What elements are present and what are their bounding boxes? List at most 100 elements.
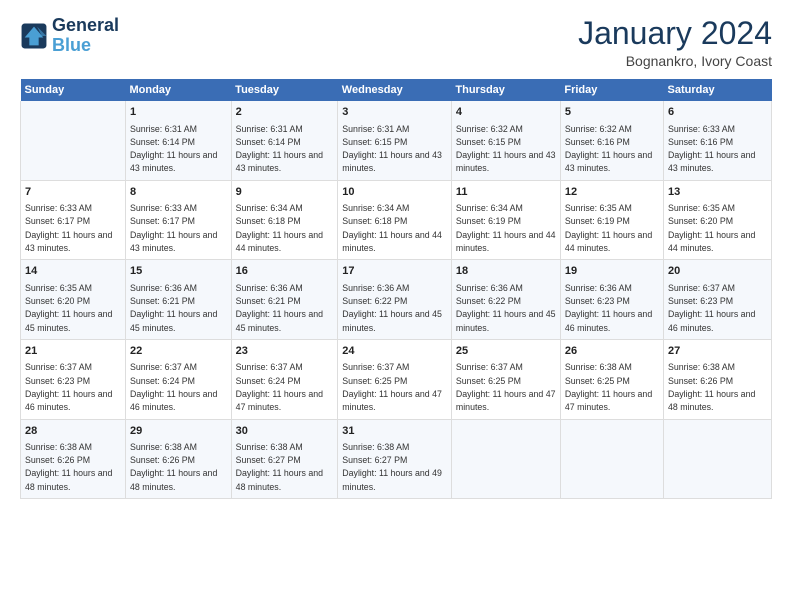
day-cell: 30 Sunrise: 6:38 AMSunset: 6:27 PMDayligh… — [231, 419, 338, 499]
day-number: 2 — [236, 105, 334, 120]
week-row: 14 Sunrise: 6:35 AMSunset: 6:20 PMDayligh… — [21, 260, 772, 340]
day-number: 26 — [565, 344, 659, 359]
day-cell: 11 Sunrise: 6:34 AMSunset: 6:19 PMDayligh… — [451, 180, 560, 260]
day-cell: 15Sunrise: 6:36 AMSunset: 6:21 PMDayligh… — [125, 260, 231, 340]
day-cell: 7 Sunrise: 6:33 AMSunset: 6:17 PMDaylight… — [21, 180, 126, 260]
day-header: Saturday — [663, 79, 771, 101]
day-number: 24 — [342, 344, 447, 359]
day-cell: 29Sunrise: 6:38 AMSunset: 6:26 PMDayligh… — [125, 419, 231, 499]
day-number: 15 — [130, 264, 227, 279]
day-header: Monday — [125, 79, 231, 101]
day-cell: 21Sunrise: 6:37 AMSunset: 6:23 PMDayligh… — [21, 339, 126, 419]
day-number: 3 — [342, 105, 447, 120]
day-cell: 19 Sunrise: 6:36 AMSunset: 6:23 PMDayligh… — [560, 260, 663, 340]
cell-content: Sunrise: 6:37 AMSunset: 6:25 PMDaylight:… — [456, 362, 556, 412]
cell-content: Sunrise: 6:38 AMSunset: 6:27 PMDaylight:… — [342, 442, 442, 492]
week-row: 21Sunrise: 6:37 AMSunset: 6:23 PMDayligh… — [21, 339, 772, 419]
day-header: Sunday — [21, 79, 126, 101]
cell-content: Sunrise: 6:38 AMSunset: 6:26 PMDaylight:… — [668, 362, 755, 412]
day-number: 23 — [236, 344, 334, 359]
day-number: 19 — [565, 264, 659, 279]
day-number: 25 — [456, 344, 556, 359]
day-number: 16 — [236, 264, 334, 279]
logo-line2: Blue — [52, 36, 119, 56]
day-number: 14 — [25, 264, 121, 279]
day-number: 31 — [342, 424, 447, 439]
week-row: 7 Sunrise: 6:33 AMSunset: 6:17 PMDaylight… — [21, 180, 772, 260]
cell-content: Sunrise: 6:31 AMSunset: 6:14 PMDaylight:… — [130, 124, 217, 174]
day-number: 17 — [342, 264, 447, 279]
day-cell: 24 Sunrise: 6:37 AMSunset: 6:25 PMDayligh… — [338, 339, 452, 419]
cell-content: Sunrise: 6:32 AMSunset: 6:15 PMDaylight:… — [456, 124, 556, 174]
cell-content: Sunrise: 6:35 AMSunset: 6:20 PMDaylight:… — [668, 203, 755, 253]
day-cell: 18 Sunrise: 6:36 AMSunset: 6:22 PMDayligh… — [451, 260, 560, 340]
week-row: 1 Sunrise: 6:31 AMSunset: 6:14 PMDaylight… — [21, 101, 772, 180]
cell-content: Sunrise: 6:31 AMSunset: 6:14 PMDaylight:… — [236, 124, 323, 174]
day-cell: 16 Sunrise: 6:36 AMSunset: 6:21 PMDayligh… — [231, 260, 338, 340]
day-cell: 23 Sunrise: 6:37 AMSunset: 6:24 PMDayligh… — [231, 339, 338, 419]
cell-content: Sunrise: 6:38 AMSunset: 6:27 PMDaylight:… — [236, 442, 323, 492]
day-number: 28 — [25, 424, 121, 439]
header-row: SundayMondayTuesdayWednesdayThursdayFrid… — [21, 79, 772, 101]
month-title: January 2024 — [578, 16, 772, 51]
cell-content: Sunrise: 6:33 AMSunset: 6:17 PMDaylight:… — [130, 203, 217, 253]
logo-text: General Blue — [52, 16, 119, 56]
cell-content: Sunrise: 6:35 AMSunset: 6:19 PMDaylight:… — [565, 203, 652, 253]
day-cell: 25 Sunrise: 6:37 AMSunset: 6:25 PMDayligh… — [451, 339, 560, 419]
day-cell: 10 Sunrise: 6:34 AMSunset: 6:18 PMDayligh… — [338, 180, 452, 260]
day-cell: 13 Sunrise: 6:35 AMSunset: 6:20 PMDayligh… — [663, 180, 771, 260]
day-number: 10 — [342, 185, 447, 200]
cell-content: Sunrise: 6:38 AMSunset: 6:25 PMDaylight:… — [565, 362, 652, 412]
day-cell: 6 Sunrise: 6:33 AMSunset: 6:16 PMDaylight… — [663, 101, 771, 180]
cell-content: Sunrise: 6:33 AMSunset: 6:16 PMDaylight:… — [668, 124, 755, 174]
cell-content: Sunrise: 6:37 AMSunset: 6:24 PMDaylight:… — [236, 362, 323, 412]
cell-content: Sunrise: 6:35 AMSunset: 6:20 PMDaylight:… — [25, 283, 112, 333]
day-number: 6 — [668, 105, 767, 120]
day-number: 30 — [236, 424, 334, 439]
day-cell: 12 Sunrise: 6:35 AMSunset: 6:19 PMDayligh… — [560, 180, 663, 260]
cell-content: Sunrise: 6:34 AMSunset: 6:18 PMDaylight:… — [236, 203, 323, 253]
day-cell: 9 Sunrise: 6:34 AMSunset: 6:18 PMDaylight… — [231, 180, 338, 260]
cell-content: Sunrise: 6:33 AMSunset: 6:17 PMDaylight:… — [25, 203, 112, 253]
cell-content: Sunrise: 6:37 AMSunset: 6:23 PMDaylight:… — [668, 283, 755, 333]
cell-content: Sunrise: 6:37 AMSunset: 6:25 PMDaylight:… — [342, 362, 442, 412]
calendar-table: SundayMondayTuesdayWednesdayThursdayFrid… — [20, 79, 772, 499]
logo-icon — [20, 22, 48, 50]
day-cell: 20 Sunrise: 6:37 AMSunset: 6:23 PMDayligh… — [663, 260, 771, 340]
day-cell: 4Sunrise: 6:32 AMSunset: 6:15 PMDaylight… — [451, 101, 560, 180]
day-header: Tuesday — [231, 79, 338, 101]
day-cell: 28 Sunrise: 6:38 AMSunset: 6:26 PMDayligh… — [21, 419, 126, 499]
day-number: 20 — [668, 264, 767, 279]
subtitle: Bognankro, Ivory Coast — [578, 53, 772, 69]
day-cell: 3Sunrise: 6:31 AMSunset: 6:15 PMDaylight… — [338, 101, 452, 180]
cell-content: Sunrise: 6:36 AMSunset: 6:22 PMDaylight:… — [456, 283, 556, 333]
day-cell — [663, 419, 771, 499]
cell-content: Sunrise: 6:36 AMSunset: 6:23 PMDaylight:… — [565, 283, 652, 333]
day-number: 22 — [130, 344, 227, 359]
day-number: 21 — [25, 344, 121, 359]
cell-content: Sunrise: 6:34 AMSunset: 6:19 PMDaylight:… — [456, 203, 556, 253]
day-number: 11 — [456, 185, 556, 200]
day-cell: 22Sunrise: 6:37 AMSunset: 6:24 PMDayligh… — [125, 339, 231, 419]
cell-content: Sunrise: 6:34 AMSunset: 6:18 PMDaylight:… — [342, 203, 442, 253]
day-header: Wednesday — [338, 79, 452, 101]
day-number: 18 — [456, 264, 556, 279]
cell-content: Sunrise: 6:38 AMSunset: 6:26 PMDaylight:… — [130, 442, 217, 492]
title-block: January 2024 Bognankro, Ivory Coast — [578, 16, 772, 69]
day-cell: 2 Sunrise: 6:31 AMSunset: 6:14 PMDaylight… — [231, 101, 338, 180]
day-number: 12 — [565, 185, 659, 200]
day-cell: 17Sunrise: 6:36 AMSunset: 6:22 PMDayligh… — [338, 260, 452, 340]
day-number: 9 — [236, 185, 334, 200]
day-cell: 14 Sunrise: 6:35 AMSunset: 6:20 PMDayligh… — [21, 260, 126, 340]
day-number: 13 — [668, 185, 767, 200]
day-cell: 26 Sunrise: 6:38 AMSunset: 6:25 PMDayligh… — [560, 339, 663, 419]
cell-content: Sunrise: 6:36 AMSunset: 6:21 PMDaylight:… — [236, 283, 323, 333]
day-cell — [560, 419, 663, 499]
day-number: 1 — [130, 105, 227, 120]
day-header: Friday — [560, 79, 663, 101]
day-number: 7 — [25, 185, 121, 200]
day-number: 5 — [565, 105, 659, 120]
day-cell: 8Sunrise: 6:33 AMSunset: 6:17 PMDaylight… — [125, 180, 231, 260]
cell-content: Sunrise: 6:38 AMSunset: 6:26 PMDaylight:… — [25, 442, 112, 492]
logo: General Blue — [20, 16, 119, 56]
